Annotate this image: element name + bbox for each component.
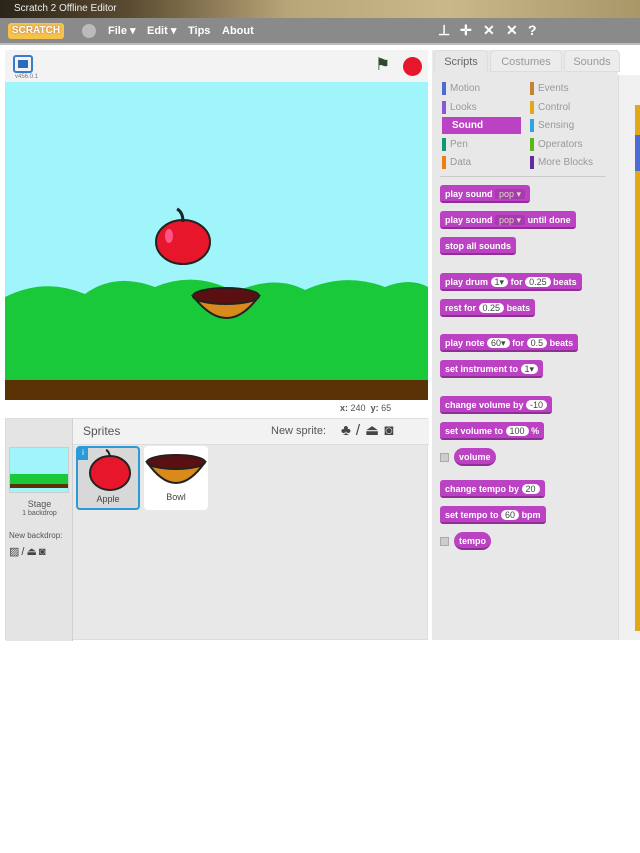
menu-about[interactable]: About: [222, 18, 254, 45]
choose-sprite-icon[interactable]: ♣: [341, 422, 356, 439]
block-play-drum[interactable]: play drum 1▾ for 0.25 beats: [440, 273, 582, 291]
new-backdrop-label: New backdrop:: [9, 531, 63, 540]
stage-label: Stage: [27, 499, 52, 509]
paint-sprite-icon[interactable]: /: [356, 422, 365, 439]
upload-backdrop-icon[interactable]: ⏏: [26, 546, 38, 558]
divider: [440, 176, 606, 177]
camera-sprite-icon[interactable]: ◙: [384, 422, 398, 439]
help-icon[interactable]: ?: [528, 22, 537, 38]
sprite-tile-apple[interactable]: i Apple: [76, 446, 140, 510]
reporter-tempo[interactable]: tempo: [454, 532, 491, 550]
camera-backdrop-icon[interactable]: ◙: [39, 546, 48, 558]
x-value: 240: [350, 403, 366, 413]
script-block-edge[interactable]: [635, 171, 640, 631]
menu-tips[interactable]: Tips: [188, 18, 210, 45]
tab-costumes[interactable]: Costumes: [490, 50, 562, 72]
bowl-thumbnail: [145, 454, 207, 484]
new-sprite-label: New sprite:: [271, 425, 327, 437]
scratch-logo[interactable]: SCRATCH: [8, 23, 64, 39]
menu-bar: SCRATCH File ▾ Edit ▾ Tips About ⊥ ✛ ✕ ✕…: [0, 18, 640, 45]
tab-scripts[interactable]: Scripts: [434, 50, 488, 72]
category-data[interactable]: Data: [442, 154, 471, 171]
mouse-coordinates: x: 240 y: 65: [340, 403, 392, 413]
category-more-blocks[interactable]: More Blocks: [530, 154, 593, 171]
stage-column: Stage 1 backdrop New backdrop: ▨/⏏◙: [6, 419, 73, 641]
grow-icon[interactable]: ✛: [460, 22, 472, 39]
block-play-sound[interactable]: play sound pop ▾: [440, 185, 531, 203]
scripts-area[interactable]: [618, 75, 640, 640]
upload-sprite-icon[interactable]: ⏏: [365, 422, 384, 439]
tab-sounds[interactable]: Sounds: [564, 50, 620, 72]
stop-icon[interactable]: [403, 57, 422, 76]
block-play-sound-until-done[interactable]: play sound pop ▾ until done: [440, 211, 576, 229]
stamp-icon[interactable]: ⊥: [438, 22, 450, 39]
category-sound[interactable]: Sound: [442, 117, 521, 134]
stage-header: v456.0.1 ⚑: [5, 50, 428, 82]
presentation-mode-icon[interactable]: [13, 55, 33, 73]
block-change-volume[interactable]: change volume by -10: [440, 396, 553, 414]
sprites-panel: Stage 1 backdrop New backdrop: ▨/⏏◙ Spri…: [5, 418, 429, 641]
category-looks[interactable]: Looks: [442, 99, 477, 116]
stage-scene: [5, 207, 428, 400]
category-events[interactable]: Events: [530, 80, 569, 97]
block-rest-for[interactable]: rest for 0.25 beats: [440, 299, 536, 317]
block-set-volume[interactable]: set volume to 100 %: [440, 422, 545, 440]
menu-edit[interactable]: Edit ▾: [147, 18, 176, 45]
category-pen[interactable]: Pen: [442, 136, 468, 153]
category-sensing[interactable]: Sensing: [530, 117, 574, 134]
block-play-note[interactable]: play note 60▾ for 0.5 beats: [440, 334, 579, 352]
sprite-tile-bowl[interactable]: Bowl: [144, 446, 208, 510]
sprites-title: Sprites: [83, 424, 121, 438]
shrink-icon[interactable]: ✕: [483, 22, 495, 39]
version-label: v456.0.1: [15, 74, 39, 80]
backdrop-count: 1 backdrop: [22, 510, 57, 517]
ground: [5, 380, 428, 400]
category-control[interactable]: Control: [530, 99, 570, 116]
stage-canvas[interactable]: [5, 82, 428, 400]
script-block-edge[interactable]: [635, 135, 640, 171]
stage-thumbnail[interactable]: [9, 447, 69, 493]
block-change-tempo[interactable]: change tempo by 20: [440, 480, 545, 498]
green-flag-icon[interactable]: ⚑: [375, 55, 390, 75]
category-operators[interactable]: Operators: [530, 136, 582, 153]
sprite-name: Bowl: [166, 492, 186, 502]
volume-checkbox[interactable]: [440, 453, 449, 462]
script-block-edge[interactable]: [635, 105, 640, 135]
block-stop-all-sounds[interactable]: stop all sounds: [440, 237, 517, 255]
block-set-tempo[interactable]: set tempo to 60 bpm: [440, 506, 546, 524]
info-icon[interactable]: i: [78, 448, 88, 460]
menu-file[interactable]: File ▾: [108, 18, 136, 45]
window-title: Scratch 2 Offline Editor: [0, 0, 640, 18]
apple-sprite: [155, 207, 211, 265]
sprite-name: Apple: [96, 494, 120, 504]
fullscreen-icon[interactable]: ✕: [506, 22, 518, 39]
tempo-checkbox[interactable]: [440, 537, 449, 546]
category-motion[interactable]: Motion: [442, 80, 480, 97]
y-value: 65: [381, 403, 392, 413]
block-set-instrument[interactable]: set instrument to 1▾: [440, 360, 544, 378]
language-globe-icon[interactable]: [82, 24, 96, 38]
reporter-volume[interactable]: volume: [454, 448, 496, 466]
sprites-header: Sprites New sprite: ♣/⏏◙: [73, 419, 429, 445]
blocks-palette: Scripts Costumes Sounds Motion Events Lo…: [432, 50, 620, 640]
paint-backdrop-image-icon[interactable]: ▨: [9, 546, 21, 558]
